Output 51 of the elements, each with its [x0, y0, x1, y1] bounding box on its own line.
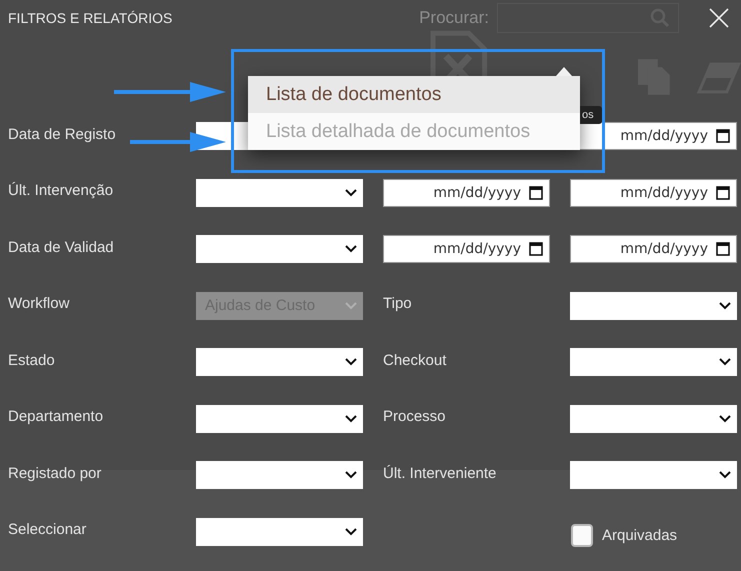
close-icon[interactable]: [709, 8, 729, 28]
field-label: Workflow: [8, 295, 70, 312]
chevron-down-icon: [345, 245, 357, 253]
search-label: Procurar:: [419, 8, 489, 28]
chevron-down-icon: [719, 302, 731, 310]
dropdown-field[interactable]: [196, 518, 363, 546]
field-label: Últ. Interveniente: [383, 464, 496, 482]
calendar-icon[interactable]: [716, 184, 730, 200]
dropdown-field[interactable]: [196, 404, 363, 432]
field-label: Processo: [383, 408, 446, 425]
dropdown-field[interactable]: [570, 292, 737, 320]
dropdown-field[interactable]: [570, 404, 737, 432]
checkbox-label: Arquivadas: [602, 527, 678, 544]
chevron-down-icon: [719, 358, 731, 366]
calendar-icon[interactable]: [716, 241, 730, 256]
dropdown-field[interactable]: [196, 348, 363, 376]
calendar-icon[interactable]: [716, 128, 730, 143]
dropdown-field[interactable]: [570, 348, 737, 376]
date-field[interactable]: mm/dd/yyyy: [570, 178, 737, 206]
chevron-down-icon: [719, 471, 731, 479]
field-label: Tipo: [383, 295, 412, 312]
dropdown-field[interactable]: [196, 235, 363, 263]
field-label: Data de Validad: [8, 238, 114, 256]
date-field[interactable]: mm/dd/yyyy: [383, 235, 550, 263]
chevron-down-icon: [345, 528, 357, 536]
field-label: Registado por: [8, 464, 102, 482]
date-field[interactable]: mm/dd/yyyy: [383, 178, 550, 206]
field-label: Últ. Intervenção: [8, 182, 114, 199]
field-label: Seleccionar: [8, 521, 86, 538]
menu-pointer-icon: [556, 67, 572, 76]
chevron-down-icon: [345, 302, 357, 310]
chevron-down-icon: [345, 358, 357, 366]
calendar-icon[interactable]: [529, 184, 543, 200]
chevron-down-icon: [719, 414, 731, 422]
field-label: Estado: [8, 352, 55, 368]
chevron-down-icon: [345, 188, 357, 196]
field-label: Checkout: [383, 352, 446, 368]
dropdown-field[interactable]: [570, 461, 737, 489]
dropdown-field[interactable]: [196, 178, 363, 206]
chevron-down-icon: [345, 414, 357, 422]
calendar-icon[interactable]: [529, 241, 543, 256]
field-label: Departamento: [8, 408, 104, 425]
tooltip: os: [580, 106, 602, 124]
dialog-title: FILTROS E RELATÓRIOS: [8, 10, 172, 26]
date-field[interactable]: mm/dd/yyyy: [570, 235, 737, 263]
chevron-down-icon: [345, 471, 357, 479]
menu-item[interactable]: Lista de documentos: [248, 76, 580, 113]
menu-item[interactable]: Lista detalhada de documentos: [248, 113, 580, 150]
field-label: Data de Registo: [8, 126, 116, 142]
checkbox[interactable]: [571, 524, 593, 547]
dropdown-field[interactable]: [196, 461, 363, 489]
